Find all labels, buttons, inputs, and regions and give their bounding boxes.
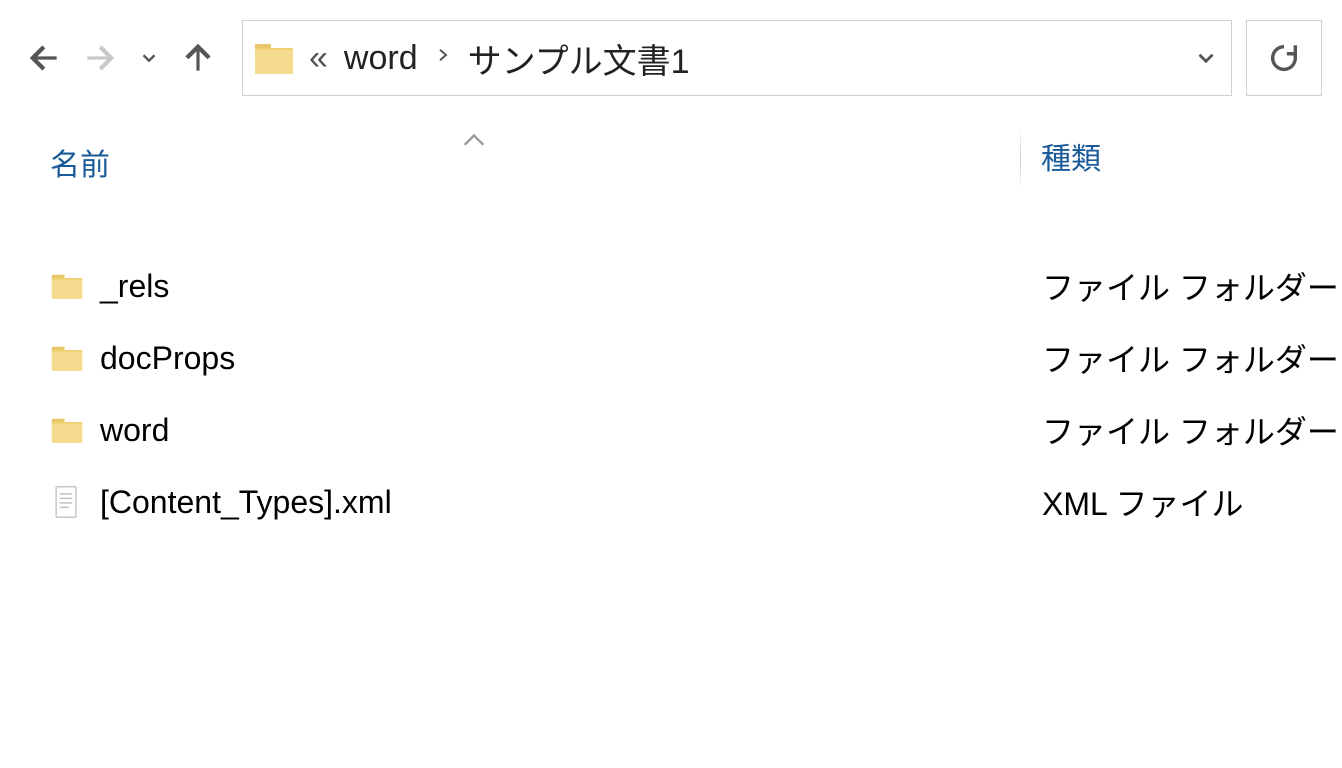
up-button[interactable] (174, 34, 222, 82)
refresh-button[interactable] (1246, 20, 1322, 96)
chevron-down-icon (138, 47, 160, 69)
column-header-label: 種類 (1041, 143, 1101, 176)
address-dropdown-button[interactable] (1181, 45, 1231, 71)
item-type: XML ファイル (1012, 479, 1244, 525)
refresh-icon (1267, 41, 1301, 75)
list-item[interactable]: _rels ファイル フォルダー (50, 250, 1342, 322)
folder-icon (50, 342, 100, 374)
breadcrumb-segment-current[interactable]: サンプル文書1 (462, 34, 696, 83)
item-type: ファイル フォルダー (1012, 407, 1339, 453)
item-type: ファイル フォルダー (1012, 335, 1339, 381)
folder-icon (50, 270, 100, 302)
list-item[interactable]: [Content_Types].xml XML ファイル (50, 466, 1342, 538)
navigation-bar: « word サンプル文書1 (0, 0, 1342, 96)
folder-icon (50, 414, 100, 446)
sort-ascending-icon (460, 130, 488, 153)
item-name: _rels (100, 268, 1012, 305)
back-button[interactable] (20, 34, 68, 82)
chevron-right-icon[interactable] (424, 42, 462, 74)
column-header-name[interactable]: 名前 (50, 134, 1020, 190)
folder-icon (253, 38, 295, 78)
column-header-label: 名前 (50, 140, 110, 184)
chevron-down-icon (1193, 45, 1219, 71)
arrow-right-icon (81, 39, 119, 77)
item-type: ファイル フォルダー (1012, 263, 1339, 309)
arrow-up-icon (179, 39, 217, 77)
xml-file-icon (50, 484, 100, 520)
breadcrumb-overflow[interactable]: « (309, 39, 326, 78)
column-header-type[interactable]: 種類 (1041, 134, 1101, 190)
list-item[interactable]: docProps ファイル フォルダー (50, 322, 1342, 394)
forward-button[interactable] (76, 34, 124, 82)
history-dropdown-button[interactable] (132, 34, 166, 82)
list-item[interactable]: word ファイル フォルダー (50, 394, 1342, 466)
breadcrumb-segment-word[interactable]: word (338, 39, 424, 78)
item-name: docProps (100, 340, 1012, 377)
column-divider[interactable] (1020, 128, 1021, 190)
column-headers: 名前 種類 (0, 134, 1342, 190)
item-name: word (100, 412, 1012, 449)
file-list: _rels ファイル フォルダー docProps ファイル フォルダー wor… (0, 250, 1342, 538)
arrow-left-icon (25, 39, 63, 77)
address-bar[interactable]: « word サンプル文書1 (242, 20, 1232, 96)
item-name: [Content_Types].xml (100, 484, 1012, 521)
